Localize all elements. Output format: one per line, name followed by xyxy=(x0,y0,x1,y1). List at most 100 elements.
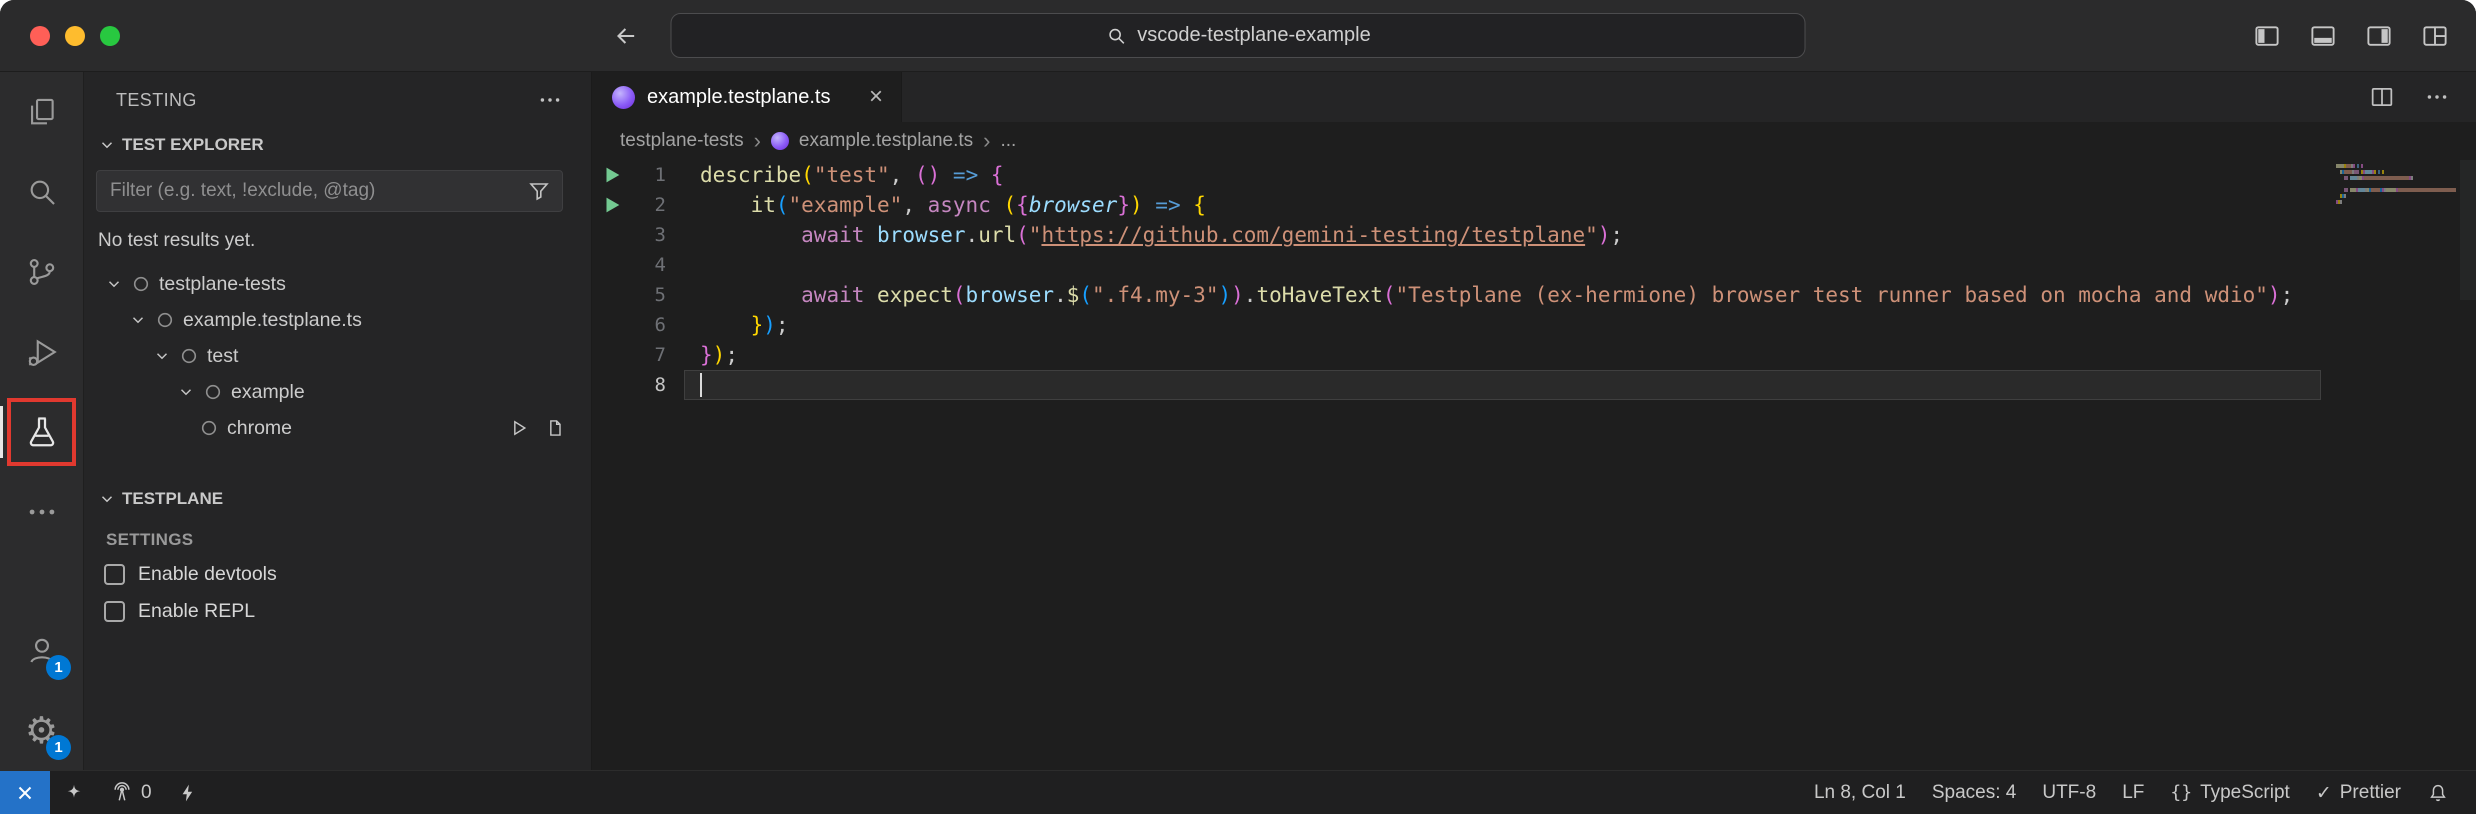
line-number: 1 xyxy=(632,160,684,190)
testplane-section-header[interactable]: TESTPLANE xyxy=(84,482,591,516)
testing-sidebar: TESTING TEST EXPLORER No test results ye… xyxy=(84,72,592,770)
test-state-circle-icon xyxy=(156,311,174,329)
chevron-down-icon[interactable] xyxy=(128,311,148,329)
test-filter-input[interactable] xyxy=(96,170,563,212)
line-number: 2 xyxy=(632,190,684,220)
minimap[interactable] xyxy=(2336,164,2456,212)
eol-setting[interactable]: LF xyxy=(2109,771,2157,814)
remote-indicator[interactable] xyxy=(0,771,50,814)
explorer-icon[interactable] xyxy=(0,72,83,152)
settings-group-label: SETTINGS xyxy=(84,516,591,556)
check-icon: ✓ xyxy=(2316,782,2332,804)
zoom-window-button[interactable] xyxy=(100,26,120,46)
notifications-bell-icon[interactable] xyxy=(2414,771,2462,814)
text-cursor xyxy=(700,373,702,397)
line-number: 7 xyxy=(632,340,684,370)
chevron-down-icon xyxy=(98,490,116,508)
language-mode[interactable]: {} TypeScript xyxy=(2157,771,2302,814)
testing-icon[interactable] xyxy=(0,392,83,472)
goto-test-icon[interactable] xyxy=(545,418,565,438)
chevron-down-icon[interactable] xyxy=(104,275,124,293)
indentation-setting[interactable]: Spaces: 4 xyxy=(1919,771,2030,814)
enable-repl-option[interactable]: Enable REPL xyxy=(84,593,591,630)
lightning-icon[interactable] xyxy=(165,771,211,814)
braces-icon: {} xyxy=(2170,782,2192,803)
code-line[interactable]: 8 xyxy=(592,370,2476,400)
line-number: 6 xyxy=(632,310,684,340)
code-line[interactable]: 2 it("example", async ({browser}) => { xyxy=(592,190,2476,220)
chevron-down-icon[interactable] xyxy=(176,383,196,401)
activity-bar: 1 ⚙ 1 xyxy=(0,72,84,770)
traffic-lights xyxy=(30,26,120,46)
tree-item-testplane-tests[interactable]: testplane-tests xyxy=(84,266,591,302)
enable-devtools-option[interactable]: Enable devtools xyxy=(84,556,591,593)
more-views-icon[interactable] xyxy=(0,472,83,552)
test-state-circle-icon xyxy=(132,275,150,293)
code-line[interactable]: 3 await browser.url("https://github.com/… xyxy=(592,220,2476,250)
customize-layout-icon[interactable] xyxy=(2420,21,2450,51)
ports-indicator[interactable]: 0 xyxy=(98,771,165,814)
accounts-icon[interactable]: 1 xyxy=(0,610,83,690)
search-sidebar-icon[interactable] xyxy=(0,152,83,232)
breadcrumb-symbol[interactable]: ... xyxy=(1001,130,1017,152)
code-lines: 1describe("test", () => {2 it("example",… xyxy=(592,160,2476,400)
toggle-secondary-sidebar-icon[interactable] xyxy=(2364,21,2394,51)
accounts-badge: 1 xyxy=(46,655,71,680)
breadcrumb-separator: › xyxy=(983,128,990,154)
tree-item-example-file[interactable]: example.testplane.ts xyxy=(84,302,591,338)
devtools-checkbox[interactable] xyxy=(104,564,125,585)
chevron-down-icon[interactable] xyxy=(152,347,172,365)
code-line[interactable]: 1describe("test", () => { xyxy=(592,160,2476,190)
filter-icon[interactable] xyxy=(527,179,551,203)
broadcast-tower-icon xyxy=(111,782,133,804)
repl-checkbox[interactable] xyxy=(104,601,125,622)
tree-item-test[interactable]: test xyxy=(84,338,591,374)
test-state-circle-icon xyxy=(200,419,218,437)
cursor-position[interactable]: Ln 8, Col 1 xyxy=(1801,771,1919,814)
test-state-circle-icon xyxy=(180,347,198,365)
tree-item-chrome[interactable]: chrome xyxy=(84,410,591,446)
tab-bar: example.testplane.ts × xyxy=(592,72,2476,122)
encoding-setting[interactable]: UTF-8 xyxy=(2029,771,2109,814)
sidebar-more-actions-icon[interactable] xyxy=(537,87,563,113)
editor-scrollbar[interactable] xyxy=(2460,160,2476,300)
close-window-button[interactable] xyxy=(30,26,50,46)
code-line[interactable]: 5 await expect(browser.$(".f4.my-3")).to… xyxy=(592,280,2476,310)
code-editor[interactable]: 1describe("test", () => {2 it("example",… xyxy=(592,160,2476,770)
breadcrumb-folder[interactable]: testplane-tests xyxy=(620,130,744,152)
test-state-circle-icon xyxy=(204,383,222,401)
line-number: 4 xyxy=(632,250,684,280)
line-number: 8 xyxy=(632,370,684,400)
breadcrumb-separator: › xyxy=(754,128,761,154)
title-bar: vscode-testplane-example xyxy=(0,0,2476,72)
back-arrow-icon[interactable] xyxy=(612,22,640,50)
run-test-icon[interactable] xyxy=(509,418,529,438)
run-debug-icon[interactable] xyxy=(0,312,83,392)
minimize-window-button[interactable] xyxy=(65,26,85,46)
close-tab-icon[interactable]: × xyxy=(869,85,883,109)
sparkle-icon[interactable] xyxy=(50,771,98,814)
line-number: 3 xyxy=(632,220,684,250)
editor-more-actions-icon[interactable] xyxy=(2424,84,2450,110)
run-test-gutter-icon[interactable] xyxy=(601,164,623,186)
toggle-panel-icon[interactable] xyxy=(2308,21,2338,51)
toggle-primary-sidebar-icon[interactable] xyxy=(2252,21,2282,51)
breadcrumb-file[interactable]: example.testplane.ts xyxy=(799,130,973,152)
testplane-logo-icon xyxy=(612,86,635,109)
code-line[interactable]: 6 }); xyxy=(592,310,2476,340)
workspace-name: vscode-testplane-example xyxy=(1137,24,1370,47)
command-center-search[interactable]: vscode-testplane-example xyxy=(671,13,1806,58)
source-control-icon[interactable] xyxy=(0,232,83,312)
code-line[interactable]: 7}); xyxy=(592,340,2476,370)
no-test-results-message: No test results yet. xyxy=(84,212,591,266)
tab-example-testplane[interactable]: example.testplane.ts × xyxy=(592,72,902,122)
split-editor-icon[interactable] xyxy=(2368,83,2396,111)
formatter-status[interactable]: ✓ Prettier xyxy=(2303,771,2414,814)
search-icon xyxy=(1105,25,1127,47)
test-explorer-section-header[interactable]: TEST EXPLORER xyxy=(84,128,591,162)
settings-gear-icon[interactable]: ⚙ 1 xyxy=(0,690,83,770)
line-number: 5 xyxy=(632,280,684,310)
tree-item-example[interactable]: example xyxy=(84,374,591,410)
code-line[interactable]: 4 xyxy=(592,250,2476,280)
run-test-gutter-icon[interactable] xyxy=(601,194,623,216)
